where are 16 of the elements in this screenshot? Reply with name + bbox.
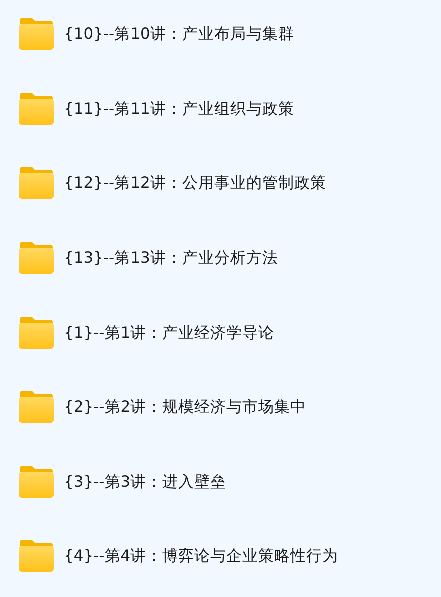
folder-name[interactable]: {13}--第13讲：产业分析方法 (64, 240, 278, 275)
folder-name[interactable]: {11}--第11讲：产业组织与政策 (64, 92, 294, 126)
folder-icon (18, 464, 55, 499)
folder-icon (18, 240, 55, 275)
folder-icon (18, 390, 55, 424)
folder-icon (18, 17, 55, 51)
folder-name[interactable]: {3}--第3讲：进入壁垒 (64, 464, 227, 499)
folder-name[interactable]: {10}--第10讲：产业布局与集群 (64, 17, 294, 51)
folder-name[interactable]: {12}--第12讲：公用事业的管制政策 (64, 166, 326, 200)
folder-icon (18, 92, 55, 126)
folder-icon (18, 539, 55, 574)
folder-name[interactable]: {1}--第1讲：产业经济学导论 (64, 316, 275, 350)
folder-icon (18, 316, 55, 350)
folder-name[interactable]: {4}--第4讲：博弈论与企业策略性行为 (64, 539, 339, 574)
folder-icon (18, 166, 55, 200)
folder-name[interactable]: {2}--第2讲：规模经济与市场集中 (64, 390, 307, 424)
